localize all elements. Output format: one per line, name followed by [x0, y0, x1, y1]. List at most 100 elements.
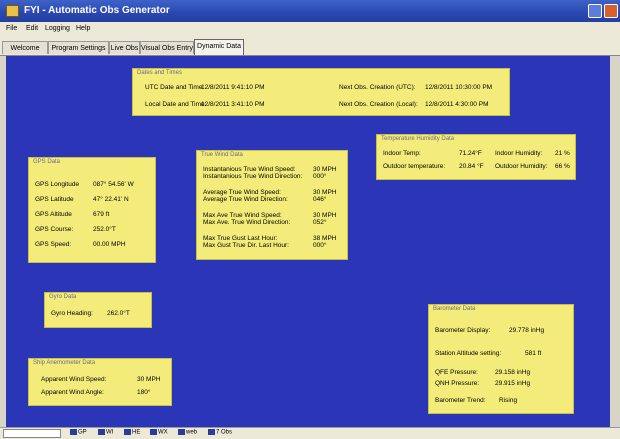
- outdoor-humidity-label: Outdoor Humidity:: [495, 163, 548, 170]
- app-window: FYI - Automatic Obs Generator File Edit …: [0, 0, 620, 439]
- inst-wind-speed-label: Instantanious True Wind Speed:: [203, 166, 296, 173]
- web-status-text: web: [186, 429, 198, 436]
- avg-wind-speed-label: Average True Wind Speed:: [203, 189, 281, 196]
- heading-status-indicator: HE: [124, 429, 140, 436]
- anemometer-panel: Ship Anemometer Data Apparent Wind Speed…: [28, 358, 172, 406]
- gps-altitude-value: 679 ft: [93, 211, 110, 218]
- local-date-value: 12/8/2011 3:41:10 PM: [201, 101, 265, 108]
- apparent-wind-angle-label: Apparent Wind Angle:: [41, 389, 104, 396]
- wind-status-icon: [98, 429, 105, 435]
- barometer-display-value: 29.778 inHg: [509, 327, 545, 334]
- qfe-pressure-label: QFE Pressure:: [435, 369, 478, 376]
- wind-status-indicator: WI: [98, 429, 113, 436]
- max-ave-wind-speed-value: 30 MPH: [313, 212, 337, 219]
- panel-title: True Wind Data: [201, 152, 243, 158]
- heading-status-text: HE: [132, 429, 141, 436]
- minimize-button[interactable]: [588, 4, 602, 18]
- utc-date-label: UTC Date and Time:: [145, 84, 205, 91]
- max-gust-dir-value: 000°: [313, 242, 327, 249]
- gps-latitude-label: GPS Latitude: [35, 196, 74, 203]
- station-altitude-value: 581 ft: [525, 350, 542, 357]
- next-local-label: Next Obs. Creation (Local):: [339, 101, 418, 108]
- panel-title: Gyro Data: [49, 294, 77, 300]
- outdoor-temp-value: 20.84 °F: [459, 163, 484, 170]
- inst-wind-dir-value: 000°: [313, 173, 327, 180]
- tab-live-obs[interactable]: Live Obs: [109, 41, 140, 54]
- max-gust-value: 38 MPH: [313, 235, 337, 242]
- local-date-label: Local Date and Time:: [145, 101, 207, 108]
- tab-dynamic-data[interactable]: Dynamic Data: [194, 39, 244, 55]
- tab-welcome[interactable]: Welcome: [2, 41, 48, 54]
- max-ave-wind-speed-label: Max Ave True Wind Speed:: [203, 212, 282, 219]
- indoor-temp-value: 71.24°F: [459, 150, 482, 157]
- gps-course-value: 252.0°T: [93, 226, 116, 233]
- outdoor-temp-label: Outdoor temperature:: [383, 163, 446, 170]
- panel-title: Barometer Data: [433, 306, 476, 312]
- station-altitude-label: Station Altitude setting:: [435, 350, 502, 357]
- panel-title: Ship Anemometer Data: [33, 360, 96, 366]
- max-ave-wind-dir-label: Max Ave. True Wind Direction:: [203, 219, 291, 226]
- barometer-trend-value: Rising: [499, 397, 518, 404]
- web-status-icon: [178, 429, 185, 435]
- inst-wind-dir-label: Instantanious True Wind Direction:: [203, 173, 303, 180]
- gps-altitude-label: GPS Altitude: [35, 211, 72, 218]
- menu-help[interactable]: Help: [76, 25, 90, 32]
- apparent-wind-speed-label: Apparent Wind Speed:: [41, 376, 107, 383]
- gps-course-label: GPS Course:: [35, 226, 74, 233]
- gps-panel: GPS Data GPS Longitude 087° 54.56' W GPS…: [28, 157, 156, 263]
- close-button[interactable]: [604, 4, 618, 18]
- gps-latitude-value: 47° 22.41' N: [93, 196, 129, 203]
- max-gust-dir-label: Max Gust True Dir. Last Hour:: [203, 242, 289, 249]
- apparent-wind-speed-value: 30 MPH: [137, 376, 161, 383]
- title-bar: FYI - Automatic Obs Generator: [0, 0, 620, 22]
- inst-wind-speed-value: 30 MPH: [313, 166, 337, 173]
- panel-title: Dates and Times: [137, 70, 183, 76]
- temp-humidity-panel: Temperature Humidity Data Indoor Temp: 7…: [376, 134, 576, 180]
- dates-panel: Dates and Times UTC Date and Time: 12/8/…: [132, 68, 510, 116]
- gyro-heading-value: 262.0°T: [107, 310, 130, 317]
- max-ave-wind-dir-value: 052°: [313, 219, 327, 226]
- avg-wind-speed-value: 30 MPH: [313, 189, 337, 196]
- tab-program-settings[interactable]: Program Settings: [48, 41, 109, 54]
- menu-logging[interactable]: Logging: [45, 25, 70, 32]
- indoor-humidity-value: 21 %: [555, 150, 570, 157]
- tab-visual-obs-entry[interactable]: Visual Obs Entry: [140, 41, 194, 54]
- heading-status-icon: [124, 429, 131, 435]
- next-utc-value: 12/8/2011 10:30:00 PM: [425, 84, 493, 91]
- tab-bar: Welcome Program Settings Live Obs Visual…: [0, 37, 620, 56]
- indoor-temp-label: Indoor Temp:: [383, 150, 421, 157]
- panel-title: Temperature Humidity Data: [381, 136, 455, 142]
- wind-status-text: WI: [106, 429, 114, 436]
- obs-count-indicator: 7 Obs: [208, 429, 232, 436]
- menu-bar: File Edit Logging Help: [0, 22, 620, 37]
- barometer-display-label: Barometer Display:: [435, 327, 491, 334]
- wx-status-icon: [150, 429, 157, 435]
- next-local-value: 12/8/2011 4:30:00 PM: [425, 101, 489, 108]
- status-bar: GP WI HE WX web 7 Obs: [0, 427, 620, 439]
- status-field: [3, 429, 61, 438]
- wx-status-indicator: WX: [150, 429, 168, 436]
- barometer-panel: Barometer Data Barometer Display: 29.778…: [428, 304, 574, 414]
- app-icon: [6, 5, 19, 17]
- apparent-wind-angle-value: 180°: [137, 389, 151, 396]
- gps-status-indicator: GP: [70, 429, 87, 436]
- dynamic-data-area: Dates and Times UTC Date and Time: 12/8/…: [6, 56, 610, 427]
- window-title: FYI - Automatic Obs Generator: [24, 5, 170, 16]
- outdoor-humidity-value: 66 %: [555, 163, 570, 170]
- qnh-pressure-label: QNH Pressure:: [435, 380, 480, 387]
- gps-speed-label: GPS Speed:: [35, 241, 72, 248]
- gps-status-icon: [70, 429, 77, 435]
- menu-file[interactable]: File: [6, 25, 17, 32]
- wx-status-text: WX: [158, 429, 168, 436]
- next-utc-label: Next Obs. Creation (UTC):: [339, 84, 416, 91]
- qfe-pressure-value: 29.158 inHg: [495, 369, 531, 376]
- web-status-indicator: web: [178, 429, 197, 436]
- obs-count-text: 7 Obs: [216, 429, 233, 436]
- max-gust-label: Max True Gust Last Hour:: [203, 235, 278, 242]
- true-wind-panel: True Wind Data Instantanious True Wind S…: [196, 150, 348, 260]
- gyro-heading-label: Gyro Heading:: [51, 310, 93, 317]
- menu-edit[interactable]: Edit: [26, 25, 38, 32]
- gps-longitude-value: 087° 54.56' W: [93, 181, 134, 188]
- gyro-panel: Gyro Data Gyro Heading: 262.0°T: [44, 292, 152, 328]
- obs-count-icon: [208, 429, 215, 435]
